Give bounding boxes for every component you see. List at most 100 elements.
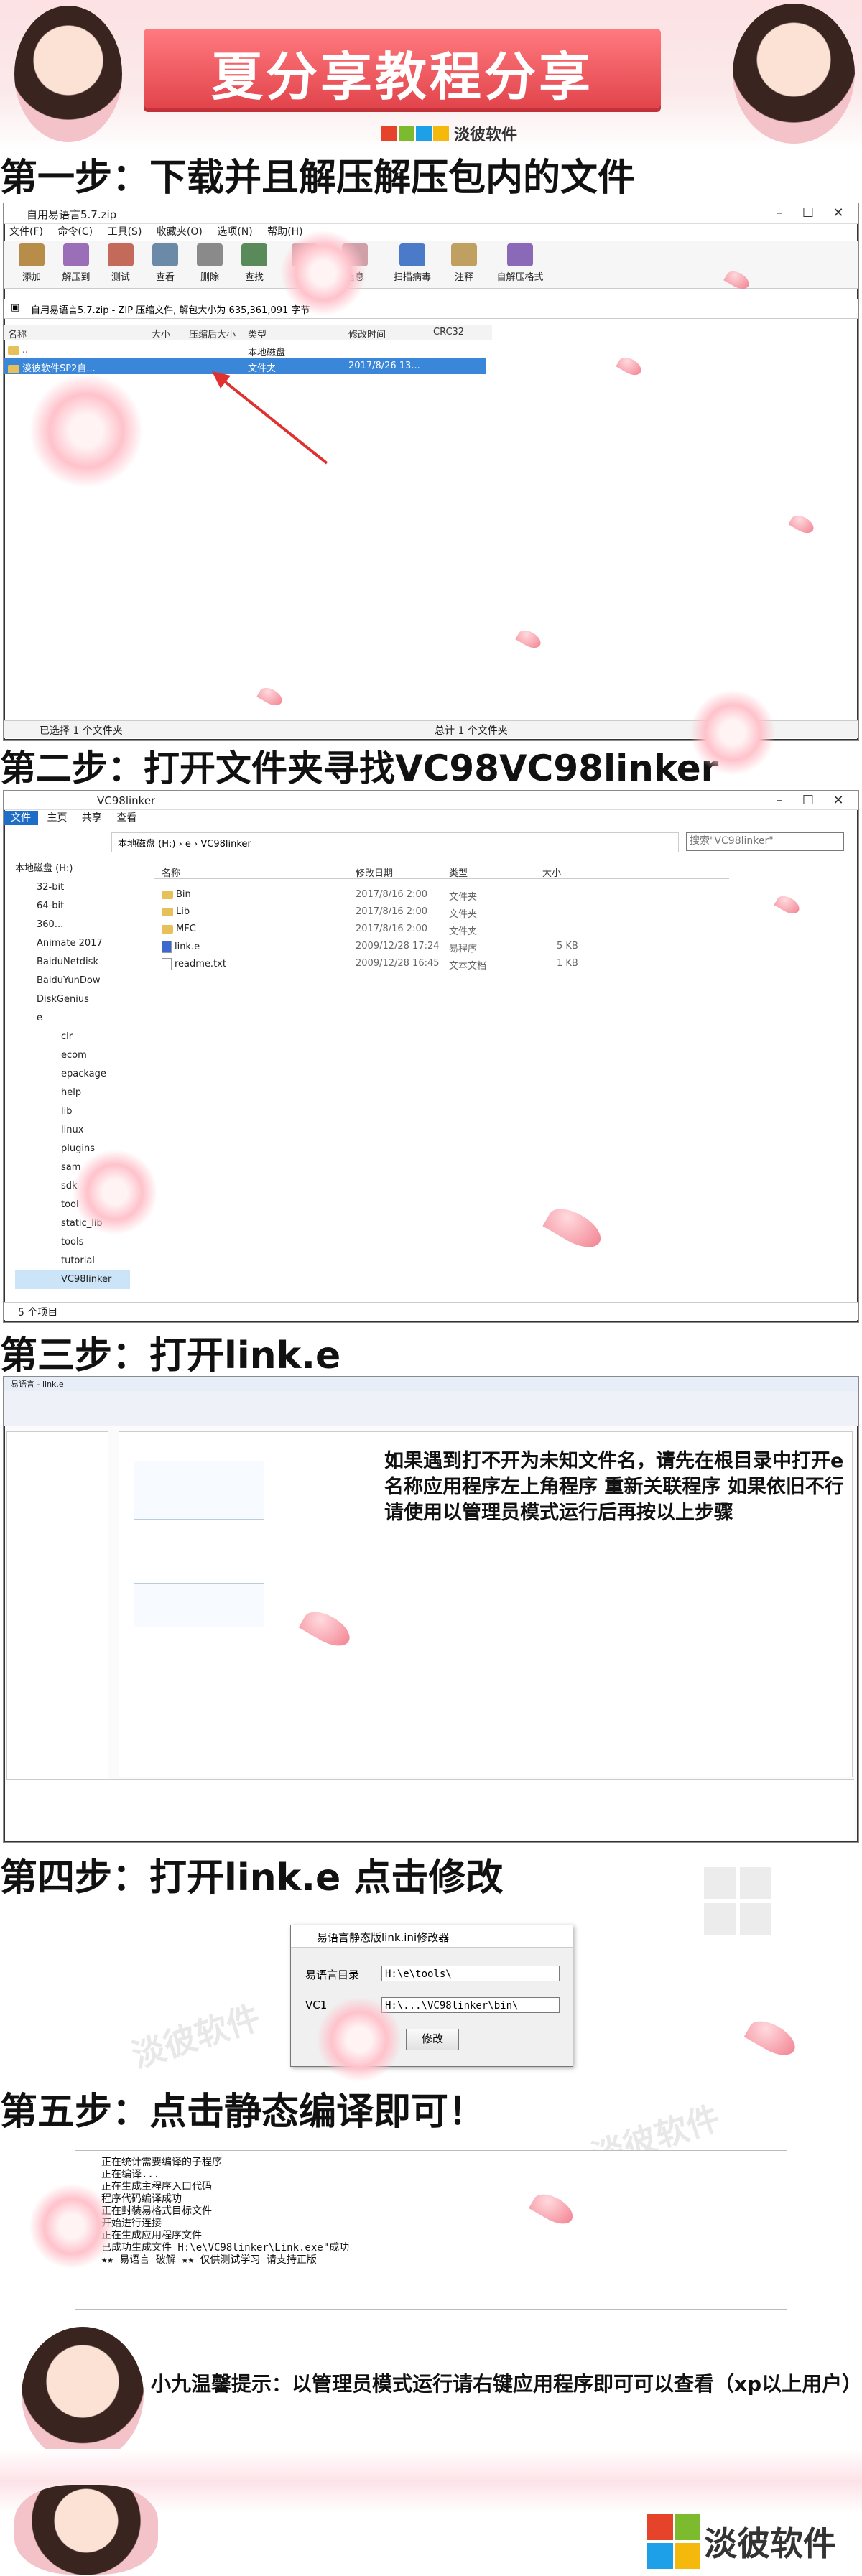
up-folder-icon[interactable]: ▣ <box>11 302 19 313</box>
col-packed[interactable]: 压缩后大小 <box>189 327 236 340</box>
ide-titlebar: 易语言 - link.e <box>4 1377 858 1392</box>
tree-item[interactable]: BaiduYunDow <box>15 972 130 990</box>
console-lines: 正在统计需要编译的子程序 正在编译... 正在生成主程序入口代码 程序代码编译成… <box>101 2157 350 2266</box>
tree-item[interactable]: 32-bit <box>15 878 130 897</box>
tree-item[interactable]: tutorial <box>15 1252 130 1270</box>
tree-item[interactable]: tools <box>15 1233 130 1252</box>
tool-delete[interactable]: 删除 <box>189 243 231 283</box>
tree-item[interactable]: linux <box>15 1121 130 1140</box>
tree-item[interactable]: 本地磁盘 (H:) <box>15 860 130 878</box>
tree-item[interactable]: DiskGenius <box>15 990 130 1009</box>
tool-add[interactable]: 添加 <box>11 243 52 283</box>
tab-share[interactable]: 共享 <box>82 812 102 824</box>
close-button[interactable]: ✕ <box>824 205 853 222</box>
step4-heading: 第四步：打开link.e 点击修改 <box>0 1856 504 1900</box>
tab-file[interactable]: 文件 <box>4 811 38 825</box>
tree-item[interactable]: Animate 2017 <box>15 934 130 953</box>
item-count: 5 个项目 <box>18 1307 58 1319</box>
tree-item[interactable]: e <box>15 1009 130 1028</box>
dialog-titlebar: 易语言静态版link.ini修改器 <box>291 1925 573 1948</box>
file-row[interactable]: readme.txt 2009/12/28 16:45 文本文档 1 KB <box>154 956 729 972</box>
step3-heading: 第三步：打开link.e <box>0 1334 341 1377</box>
e-program-icon <box>162 941 172 953</box>
minimize-button[interactable]: – <box>765 205 794 222</box>
e-dir-input[interactable]: H:\e\tools\ <box>381 1966 560 1981</box>
winrar-path-bar[interactable]: ▣ 自用易语言5.7.zip - ZIP 压缩文件, 解包大小为 635,361… <box>4 299 858 319</box>
col-name[interactable]: 名称 <box>8 327 27 340</box>
menu-tools[interactable]: 工具(S) <box>108 226 142 238</box>
tree-item[interactable]: clr <box>15 1028 130 1046</box>
vc-dir-input[interactable]: H:\...\VC98linker\bin\ <box>381 1997 560 2013</box>
menu-help[interactable]: 帮助(H) <box>267 226 302 238</box>
tool-scan[interactable]: 扫描病毒 <box>391 243 433 283</box>
search-input[interactable]: 搜索"VC98linker" <box>686 832 844 851</box>
maximize-button[interactable]: ☐ <box>794 792 822 809</box>
tree-item[interactable]: help <box>15 1084 130 1102</box>
chibi-avatar <box>22 2327 144 2463</box>
explorer-window: VC98linker – ☐ ✕ 文件 主页 共享 查看 本地磁盘 (H:) ›… <box>3 790 859 1323</box>
maximize-button[interactable]: ☐ <box>794 205 822 222</box>
tool-extract[interactable]: 解压到 <box>55 243 97 283</box>
col-size[interactable]: 大小 <box>542 865 561 879</box>
step3-note: 如果遇到打不开为未知文件名，请先在根目录中打开e名称应用程序左上角程序 重新关联… <box>384 1450 844 1524</box>
label-vc: VC1 <box>305 1999 328 2012</box>
tool-sfx[interactable]: 自解压格式 <box>495 243 545 283</box>
tab-view[interactable]: 查看 <box>116 812 136 824</box>
folder-icon <box>8 364 19 373</box>
logo-text: 淡彼软件 <box>454 126 518 144</box>
footer-logo-text: 淡彼软件 <box>704 2524 836 2563</box>
file-row[interactable]: MFC 2017/8/16 2:00 文件夹 <box>154 921 729 937</box>
tool-test[interactable]: 测试 <box>100 243 142 283</box>
col-date[interactable]: 修改日期 <box>356 865 393 879</box>
col-type[interactable]: 类型 <box>248 327 267 340</box>
col-name[interactable]: 名称 <box>162 865 180 879</box>
tree-item[interactable]: BaiduNetdisk <box>15 953 130 972</box>
tree-item[interactable]: 360... <box>15 916 130 934</box>
winrar-column-header: 名称 大小 压缩后大小 类型 修改时间 CRC32 <box>4 325 492 340</box>
folder-icon <box>162 907 173 916</box>
minimize-button[interactable]: – <box>765 792 794 809</box>
col-type[interactable]: 类型 <box>449 865 468 879</box>
tree-item[interactable]: 64-bit <box>15 897 130 916</box>
file-row[interactable]: Bin 2017/8/16 2:00 文件夹 <box>154 887 729 903</box>
list-item[interactable]: .. 本地磁盘 <box>4 343 492 358</box>
explorer-titlebar: VC98linker – ☐ ✕ <box>4 791 858 810</box>
step1-heading: 第一步：下载并且解压解压包内的文件 <box>0 157 636 200</box>
folder-icon <box>162 890 173 899</box>
winrar-menubar: 文件(F) 命令(C) 工具(S) 收藏夹(O) 选项(N) 帮助(H) <box>4 223 858 241</box>
tool-view[interactable]: 查看 <box>144 243 186 283</box>
menu-file[interactable]: 文件(F) <box>9 226 43 238</box>
col-crc[interactable]: CRC32 <box>433 327 464 338</box>
pointer-arrow <box>212 371 328 465</box>
menu-favorites[interactable]: 收藏夹(O) <box>157 226 203 238</box>
footer-logo: 淡彼软件 <box>646 2514 836 2570</box>
tree-item-selected[interactable]: VC98linker <box>15 1270 130 1289</box>
banner-title: 夏分享教程分享 <box>210 47 593 107</box>
tool-comment[interactable]: 注释 <box>443 243 485 283</box>
file-row[interactable]: link.e 2009/12/28 17:24 易程序 5 KB <box>154 939 729 954</box>
close-button[interactable]: ✕ <box>824 792 853 809</box>
tree-item[interactable]: ecom <box>15 1046 130 1065</box>
step5-heading: 第五步：点击静态编译即可！ <box>0 2091 486 2134</box>
explorer-column-header: 名称 修改日期 类型 大小 <box>154 864 729 879</box>
tool-find[interactable]: 查找 <box>233 243 275 283</box>
breadcrumb: 本地磁盘 (H:) › e › VC98linker <box>118 839 251 850</box>
tree-item[interactable]: epackage <box>15 1065 130 1084</box>
e-ide-window: 易语言 - link.e 如果遇到打不开为未知文件名，请先在根目录中打开e名称应… <box>3 1376 859 1843</box>
file-row[interactable]: Lib 2017/8/16 2:00 文件夹 <box>154 904 729 920</box>
tip-text: 小九温馨提示：以管理员模式运行请右键应用程序即可可以查看（xp以上用户） <box>151 2372 862 2396</box>
left-avatar <box>14 6 122 142</box>
explorer-title: VC98linker <box>97 794 156 807</box>
modify-button[interactable]: 修改 <box>406 2029 459 2050</box>
menu-command[interactable]: 命令(C) <box>57 226 93 238</box>
folder-icon <box>162 924 173 934</box>
col-size[interactable]: 大小 <box>152 327 170 340</box>
tree-item[interactable]: lib <box>15 1102 130 1121</box>
address-bar[interactable]: 本地磁盘 (H:) › e › VC98linker <box>111 832 679 852</box>
header-logo: 淡彼软件 <box>381 122 517 145</box>
label-e-dir: 易语言目录 <box>305 1968 360 1981</box>
menu-options[interactable]: 选项(N) <box>217 226 252 238</box>
right-avatar <box>733 4 855 144</box>
col-modified[interactable]: 修改时间 <box>348 327 386 340</box>
tab-home[interactable]: 主页 <box>47 812 67 824</box>
